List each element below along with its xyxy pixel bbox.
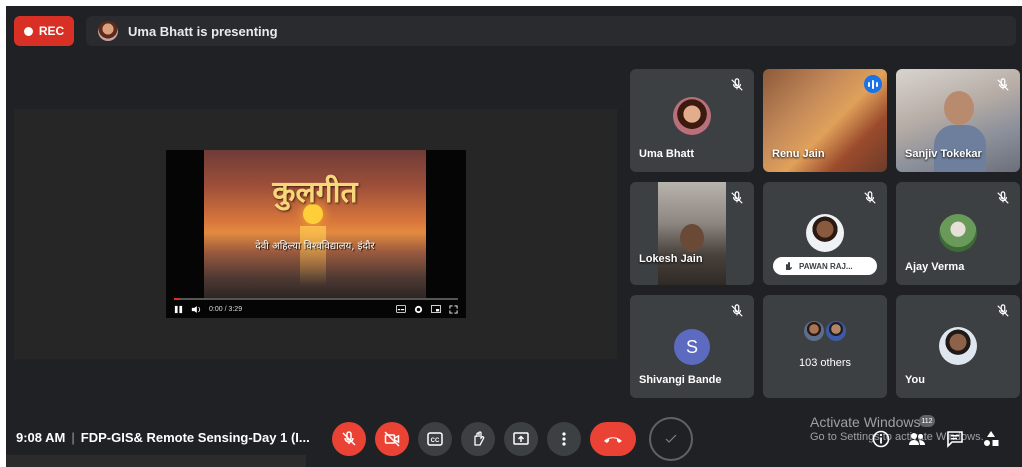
- presenting-banner: Uma Bhatt is presenting: [86, 16, 1016, 46]
- mic-off-icon: [731, 304, 743, 317]
- settings-gear-icon[interactable]: [414, 305, 423, 314]
- participant-tile-renu-jain[interactable]: Renu Jain: [763, 69, 887, 172]
- participant-avatar: [939, 214, 977, 252]
- camera-off-icon: [384, 431, 400, 447]
- volume-icon[interactable]: [191, 305, 201, 314]
- participant-name: Uma Bhatt: [639, 148, 695, 160]
- others-avatar: [826, 321, 846, 341]
- meet-window: REC Uma Bhatt is presenting कुलगीत देवी …: [6, 6, 1022, 467]
- mic-off-icon: [864, 191, 876, 204]
- info-icon[interactable]: [872, 430, 890, 448]
- watermark-line1: Activate Windows: [810, 414, 921, 430]
- video-controls: 0:00 / 3:29: [166, 300, 466, 318]
- participant-tile-others[interactable]: 103 others: [763, 295, 887, 398]
- toggle-mic-button[interactable]: [332, 422, 366, 456]
- meeting-title[interactable]: FDP-GIS& Remote Sensing-Day 1 (I...: [81, 430, 310, 445]
- participant-face: [944, 91, 974, 125]
- mic-off-icon: [997, 78, 1009, 91]
- video-time: 0:00 / 3:29: [209, 305, 243, 313]
- others-count: 103 others: [799, 357, 851, 369]
- activities-icon[interactable]: [982, 430, 1000, 448]
- video-frame: कुलगीत देवी अहिल्या विश्वविद्यालय, इंदौर: [204, 150, 426, 300]
- raise-hand-button[interactable]: [461, 422, 495, 456]
- captions-icon: CC: [427, 432, 443, 446]
- chat-icon[interactable]: [946, 430, 964, 448]
- rec-label: REC: [38, 24, 65, 38]
- participant-video: [658, 182, 726, 285]
- leave-call-button[interactable]: [590, 422, 636, 456]
- mic-off-icon: [997, 304, 1009, 317]
- participant-count-badge: 112: [919, 415, 935, 427]
- participant-name: Lokesh Jain: [639, 253, 703, 265]
- meeting-info: 9:08 AM | FDP-GIS& Remote Sensing-Day 1 (I…: [16, 430, 310, 445]
- participant-avatar: [939, 327, 977, 365]
- checkmark-overlay-button[interactable]: [649, 417, 693, 461]
- participant-avatar: [806, 214, 844, 252]
- people-icon[interactable]: [908, 430, 926, 448]
- participant-avatar: [673, 97, 711, 135]
- recording-indicator[interactable]: REC: [14, 16, 74, 46]
- mic-off-icon: [997, 191, 1009, 204]
- video-title: कुलगीत: [272, 175, 358, 210]
- others-avatars: [804, 321, 846, 341]
- participant-tile-sanjiv-tokekar[interactable]: Sanjiv Tokekar: [896, 69, 1020, 172]
- video-subtitle: देवी अहिल्या विश्वविद्यालय, इंदौर: [255, 241, 375, 252]
- speaking-indicator-icon: [864, 75, 882, 93]
- participant-name: Renu Jain: [772, 148, 825, 160]
- mic-off-icon: [731, 78, 743, 91]
- svg-text:CC: CC: [431, 438, 440, 444]
- subtitles-icon[interactable]: [396, 304, 406, 313]
- participant-name: PAWAN RAJ...: [799, 261, 853, 271]
- hang-up-icon: [604, 437, 622, 443]
- hand-icon: [786, 262, 792, 270]
- participant-tile-ajay-verma[interactable]: Ajay Verma: [896, 182, 1020, 285]
- presentation-stage: कुलगीत देवी अहिल्या विश्वविद्यालय, इंदौर…: [14, 109, 617, 359]
- participant-name: Ajay Verma: [905, 261, 965, 273]
- mic-off-icon: [731, 191, 743, 204]
- mic-off-icon: [342, 431, 356, 446]
- participant-tile-you[interactable]: You: [896, 295, 1020, 398]
- participant-tile-lokesh-jain[interactable]: Lokesh Jain: [630, 182, 754, 285]
- presenter-text: Uma Bhatt is presenting: [128, 23, 278, 39]
- more-options-button[interactable]: [547, 422, 581, 456]
- pinned-participant-pill[interactable]: PAWAN RAJ...: [773, 257, 877, 275]
- toggle-camera-button[interactable]: [375, 422, 409, 456]
- participant-name: You: [905, 374, 925, 386]
- taskbar-strip: [6, 455, 306, 467]
- miniplayer-icon[interactable]: [431, 304, 441, 313]
- pause-icon[interactable]: [174, 305, 183, 314]
- others-avatar: [804, 321, 824, 341]
- meeting-time: 9:08 AM: [16, 430, 66, 445]
- captions-button[interactable]: CC: [418, 422, 452, 456]
- video-player[interactable]: कुलगीत देवी अहिल्या विश्वविद्यालय, इंदौर…: [166, 150, 466, 318]
- presenter-avatar: [98, 21, 118, 41]
- participant-name: Shivangi Bande: [639, 374, 722, 386]
- more-vert-icon: [562, 432, 566, 446]
- checkmark-icon: [665, 434, 677, 443]
- participant-name: Sanjiv Tokekar: [905, 148, 982, 160]
- participant-tile-pawan-raj[interactable]: PAWAN RAJ...: [763, 182, 887, 285]
- present-screen-icon: [513, 432, 529, 445]
- participant-tile-uma-bhatt[interactable]: Uma Bhatt: [630, 69, 754, 172]
- participant-initial-avatar: S: [674, 329, 710, 365]
- sun-reflection: [300, 226, 326, 286]
- record-dot-icon: [23, 26, 33, 36]
- hand-icon: [474, 431, 485, 446]
- participant-tile-shivangi-bande[interactable]: S Shivangi Bande: [630, 295, 754, 398]
- present-now-button[interactable]: [504, 422, 538, 456]
- fullscreen-icon[interactable]: [449, 304, 458, 314]
